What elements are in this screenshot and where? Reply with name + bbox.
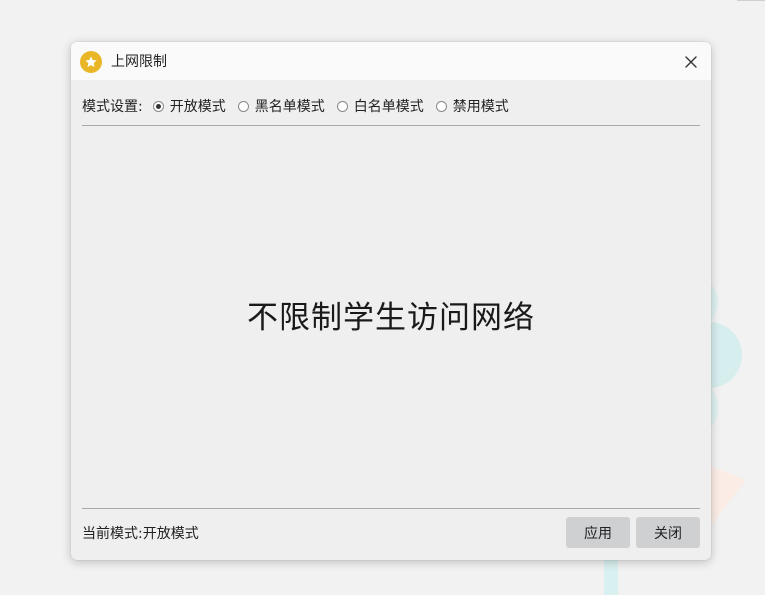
- star-icon: [80, 51, 102, 73]
- mode-settings-row: 模式设置: 开放模式 黑名单模式 白名单模式 禁用模式: [82, 94, 521, 118]
- desktop-background: 上网限制 模式设置: 开放模式 黑名单模式 白名单模式 禁用模式 不限制学生访问…: [0, 0, 765, 595]
- divider: [82, 508, 700, 509]
- window-title: 上网限制: [111, 54, 167, 70]
- window-close-button[interactable]: [679, 51, 703, 73]
- radio-label: 白名单模式: [353, 99, 424, 115]
- mode-settings-label: 模式设置:: [82, 99, 143, 115]
- radio-whitelist-mode[interactable]: 白名单模式: [336, 96, 424, 116]
- mode-description-text: 不限制学生访问网络: [247, 299, 535, 336]
- radio-open-mode[interactable]: 开放模式: [152, 96, 226, 116]
- radio-button[interactable]: [237, 100, 249, 112]
- current-mode-status: 当前模式:开放模式: [82, 526, 199, 542]
- title-bar[interactable]: 上网限制: [71, 42, 711, 80]
- radio-disabled-mode[interactable]: 禁用模式: [435, 96, 509, 116]
- apply-button[interactable]: 应用: [566, 517, 630, 548]
- radio-button-checked[interactable]: [152, 100, 164, 112]
- radio-label: 禁用模式: [452, 99, 509, 115]
- radio-button[interactable]: [435, 100, 447, 112]
- internet-restriction-dialog: 上网限制 模式设置: 开放模式 黑名单模式 白名单模式 禁用模式 不限制学生访问…: [71, 42, 711, 560]
- radio-label: 黑名单模式: [254, 99, 325, 115]
- radio-label: 开放模式: [169, 99, 226, 115]
- radio-blacklist-mode[interactable]: 黑名单模式: [237, 96, 325, 116]
- mode-description-panel: 不限制学生访问网络: [82, 126, 700, 508]
- close-icon: [685, 56, 697, 68]
- radio-button[interactable]: [336, 100, 348, 112]
- background-decoration: [737, 0, 765, 1]
- background-decoration: [604, 558, 618, 595]
- close-button[interactable]: 关闭: [636, 517, 700, 548]
